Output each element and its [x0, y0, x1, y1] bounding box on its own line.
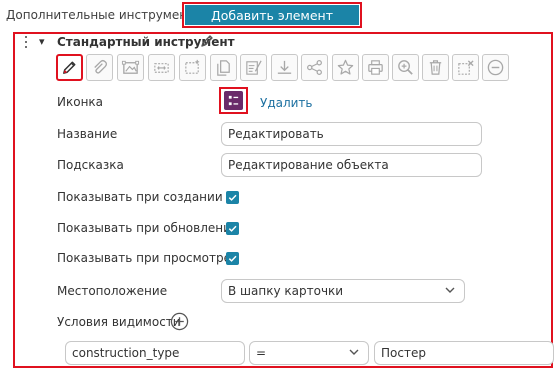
zoom-in-icon[interactable]: [392, 54, 419, 81]
cancel-select-icon[interactable]: [452, 54, 479, 81]
location-select-value: В шапку карточки: [228, 284, 344, 298]
distribute-icon[interactable]: [148, 54, 175, 81]
star-icon[interactable]: [332, 54, 359, 81]
name-input[interactable]: Редактировать: [221, 122, 482, 146]
print-icon[interactable]: [362, 54, 389, 81]
add-element-button-label: Добавить элемент: [185, 5, 359, 25]
edit-title-icon[interactable]: [199, 33, 215, 49]
pencil-icon[interactable]: [56, 54, 83, 81]
copy-icon[interactable]: [210, 54, 237, 81]
location-select[interactable]: В шапку карточки: [221, 279, 465, 303]
chevron-down-icon: [445, 287, 455, 293]
show-on-create-label: Показывать при создании: [57, 190, 223, 204]
paperclip-icon[interactable]: [86, 54, 113, 81]
icon-preview[interactable]: [219, 87, 248, 114]
show-on-update-label: Показывать при обновлении: [57, 221, 239, 235]
show-on-view-label: Показывать при просмотре: [57, 251, 231, 265]
marquee-select-icon[interactable]: [179, 54, 206, 81]
location-label: Местоположение: [57, 284, 168, 298]
condition-field-input[interactable]: construction_type: [65, 341, 245, 365]
condition-value-input[interactable]: Постер: [374, 341, 554, 365]
visibility-label: Условия видимости: [57, 315, 181, 329]
section-label: Дополнительные инструменты: [6, 8, 204, 22]
image-frame-icon[interactable]: [117, 54, 144, 81]
collapse-chevron-icon[interactable]: ▾: [39, 35, 45, 48]
show-on-create-checkbox[interactable]: [226, 191, 239, 204]
hint-label: Подсказка: [57, 158, 124, 172]
drag-handle-icon[interactable]: [23, 36, 29, 50]
chevron-down-icon: [349, 349, 359, 355]
condition-operator-select[interactable]: =: [249, 341, 369, 365]
share-icon[interactable]: [301, 54, 328, 81]
name-label: Название: [57, 127, 118, 141]
show-on-update-checkbox[interactable]: [226, 222, 239, 235]
hint-input[interactable]: Редактирование объекта: [221, 153, 482, 177]
show-on-view-checkbox[interactable]: [226, 252, 239, 265]
download-icon[interactable]: [271, 54, 298, 81]
add-element-button[interactable]: Добавить элемент: [182, 2, 362, 28]
list-clear-icon[interactable]: [240, 54, 267, 81]
condition-operator-value: =: [256, 346, 267, 360]
icon-label: Иконка: [57, 95, 104, 109]
minus-circle-icon[interactable]: [482, 54, 509, 81]
grid-dots-icon: [224, 91, 243, 110]
trash-icon[interactable]: [422, 54, 449, 81]
add-condition-icon[interactable]: [170, 312, 189, 331]
delete-icon-link[interactable]: Удалить: [260, 96, 313, 110]
